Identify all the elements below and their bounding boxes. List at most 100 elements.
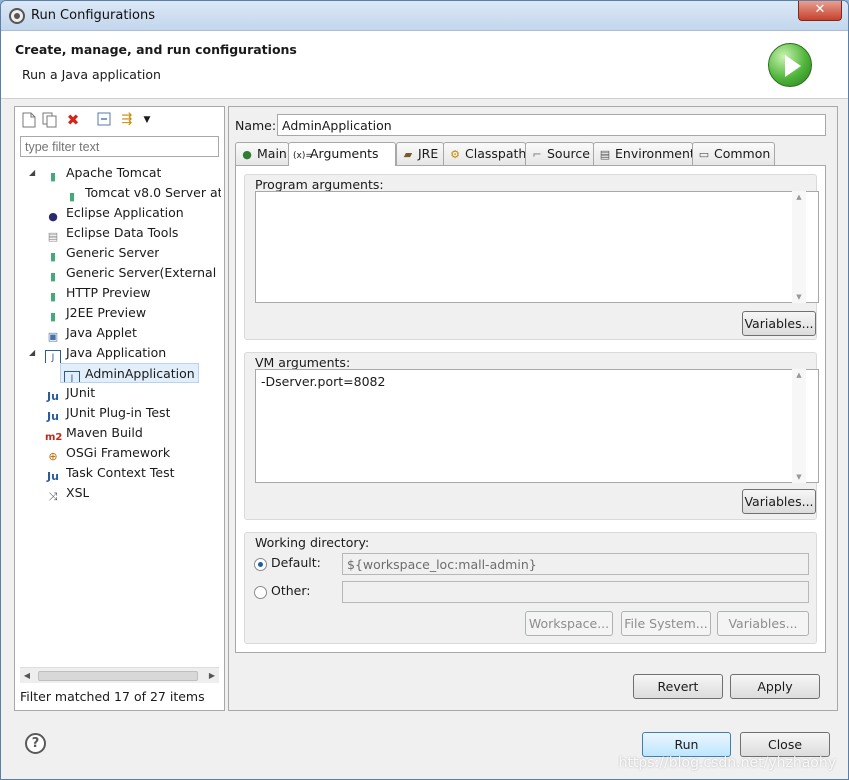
tree-horizontal-scrollbar[interactable]: ◀ ▶ [20, 667, 219, 683]
banner-heading: Create, manage, and run configurations [15, 42, 297, 57]
main-tab-icon: ● [242, 148, 252, 161]
window-close-button[interactable]: ✕ [798, 1, 842, 21]
jre-tab-icon: ▰ [403, 148, 413, 161]
osgi-icon: ⊕ [48, 450, 58, 463]
tree-item-apache-tomcat[interactable]: ▮ Apache Tomcat [45, 163, 161, 183]
maven-icon: m2 [45, 432, 63, 443]
tree-item-eclipse-application[interactable]: ● Eclipse Application [45, 203, 183, 223]
tree-item-xsl[interactable]: ⤨ XSL [45, 483, 90, 503]
tomcat-icon: ▮ [49, 170, 57, 183]
tree-item-j2ee-preview[interactable]: ▮ J2EE Preview [45, 303, 146, 323]
other-directory-field [342, 581, 809, 603]
server-icon: ▮ [49, 290, 57, 303]
new-config-icon[interactable] [21, 112, 37, 128]
name-label: Name: [235, 118, 277, 133]
applet-icon: ▣ [47, 330, 59, 343]
filter-status: Filter matched 17 of 27 items [20, 689, 205, 704]
tree-item-generic-server-external[interactable]: ▮Generic Server(External Lau [45, 263, 221, 283]
tree-item-generic-server[interactable]: ▮ Generic Server [45, 243, 159, 263]
server-icon: ▮ [68, 190, 76, 203]
program-arguments-group: Program arguments: ▲ ▼ Variables... [244, 174, 819, 340]
scroll-right-icon[interactable]: ▶ [205, 668, 219, 684]
tree-item-java-application[interactable]: J Java Application [45, 343, 166, 363]
task-context-icon: Ju [47, 470, 59, 483]
close-button[interactable]: Close [740, 732, 830, 757]
tree-item-tomcat-server[interactable]: ▮Tomcat v8.0 Server at lo [64, 183, 221, 203]
working-directory-label: Working directory: [255, 535, 370, 550]
default-radio[interactable] [254, 558, 267, 571]
junit-plugin-icon: Ju [47, 410, 59, 423]
classpath-tab-icon: ⚙ [450, 148, 460, 161]
working-dir-variables-button[interactable]: Variables... [717, 611, 809, 636]
other-radio-label: Other: [271, 583, 311, 598]
vm-arguments-group: VM arguments: -Dserver.port=8082 ▲ ▼ Vari… [244, 352, 819, 520]
vm-args-scrollbar[interactable]: ▲ ▼ [792, 369, 806, 483]
tab-main[interactable]: ● Main [235, 142, 289, 165]
java-app-icon: J [45, 350, 61, 363]
collapse-arrow-icon[interactable]: ◢ [29, 343, 37, 363]
server-icon: ▮ [49, 270, 57, 283]
header-banner: Create, manage, and run configurations R… [1, 31, 848, 99]
other-radio[interactable] [254, 586, 267, 599]
left-toolbar: ✖ ⇶ ▼ [15, 107, 224, 133]
configuration-type-panel: ✖ ⇶ ▼ ◢ ▮Apache Tomcat ▮Tomcat v8.0 Serv… [14, 106, 225, 711]
arguments-tab-content: Program arguments: ▲ ▼ Variables... VM ar… [235, 165, 826, 653]
configuration-editor: Name: AdminApplication ● Main (x)=Argumen… [228, 106, 838, 711]
name-input[interactable]: AdminApplication [277, 114, 826, 136]
vm-arguments-label: VM arguments: [255, 355, 351, 370]
database-icon: ▤ [47, 230, 59, 243]
run-icon [768, 43, 812, 87]
apply-button[interactable]: Apply [730, 674, 820, 699]
tree-item-maven-build[interactable]: m2 Maven Build [45, 423, 143, 443]
tree-item-eclipse-data-tools[interactable]: ▤ Eclipse Data Tools [45, 223, 179, 243]
tree-item-java-applet[interactable]: ▣ Java Applet [45, 323, 137, 343]
server-icon: ▮ [49, 310, 57, 323]
watermark: https://blog.csdn.net/yhzhaohy [618, 755, 836, 771]
tab-source[interactable]: ⌐ Source [525, 142, 594, 165]
tab-arguments[interactable]: (x)=Arguments [288, 142, 396, 166]
vm-args-variables-button[interactable]: Variables... [742, 489, 816, 514]
environment-tab-icon: ▤ [599, 148, 611, 161]
workspace-button[interactable]: Workspace... [525, 611, 613, 636]
title-bar: Run Configurations ✕ [1, 1, 848, 31]
tree-item-osgi-framework[interactable]: ⊕ OSGi Framework [45, 443, 170, 463]
java-app-icon: J [64, 371, 80, 382]
run-configurations-window: Run Configurations ✕ Create, manage, and… [0, 0, 849, 780]
tree-item-junit[interactable]: Ju JUnit [45, 383, 95, 403]
duplicate-icon[interactable] [42, 112, 58, 128]
working-directory-group: Working directory: Default: ${workspace_… [244, 532, 817, 644]
arguments-tab-icon: (x)= [293, 151, 313, 161]
tab-jre[interactable]: ▰ JRE [396, 142, 444, 165]
vm-arguments-textarea[interactable]: -Dserver.port=8082 [255, 369, 819, 483]
program-arguments-label: Program arguments: [255, 177, 384, 192]
delete-icon[interactable]: ✖ [65, 112, 81, 128]
help-icon[interactable]: ? [25, 733, 46, 754]
window-title: Run Configurations [31, 8, 155, 23]
filter-icon[interactable]: ⇶ [119, 112, 135, 128]
collapse-arrow-icon[interactable]: ◢ [29, 163, 37, 183]
file-system-button[interactable]: File System... [621, 611, 711, 636]
filter-input[interactable] [20, 136, 219, 157]
tree-item-adminapplication[interactable]: J AdminApplication [60, 363, 199, 383]
program-arguments-textarea[interactable] [255, 191, 819, 303]
tree-item-task-context-test[interactable]: Ju Task Context Test [45, 463, 174, 483]
revert-button[interactable]: Revert [633, 674, 723, 699]
tab-classpath[interactable]: ⚙ Classpath [443, 142, 526, 165]
default-radio-label: Default: [271, 555, 321, 570]
collapse-all-icon[interactable] [96, 112, 112, 128]
program-args-scrollbar[interactable]: ▲ ▼ [792, 191, 806, 303]
run-button[interactable]: Run [642, 732, 731, 757]
scroll-left-icon[interactable]: ◀ [20, 668, 34, 684]
run-config-app-icon [9, 8, 25, 24]
xsl-icon: ⤨ [48, 490, 58, 503]
program-args-variables-button[interactable]: Variables... [742, 311, 816, 336]
tree-item-http-preview[interactable]: ▮ HTTP Preview [45, 283, 151, 303]
tree-item-junit-plugin-test[interactable]: Ju JUnit Plug-in Test [45, 403, 170, 423]
scrollbar-thumb[interactable] [38, 671, 198, 681]
tab-environment[interactable]: ▤ Environment [593, 142, 695, 165]
common-tab-icon: ▭ [698, 148, 710, 161]
tab-common[interactable]: ▭ Common [692, 142, 775, 165]
source-tab-icon: ⌐ [532, 148, 542, 161]
junit-icon: Ju [47, 390, 59, 403]
dropdown-arrow-icon[interactable]: ▼ [139, 112, 155, 128]
